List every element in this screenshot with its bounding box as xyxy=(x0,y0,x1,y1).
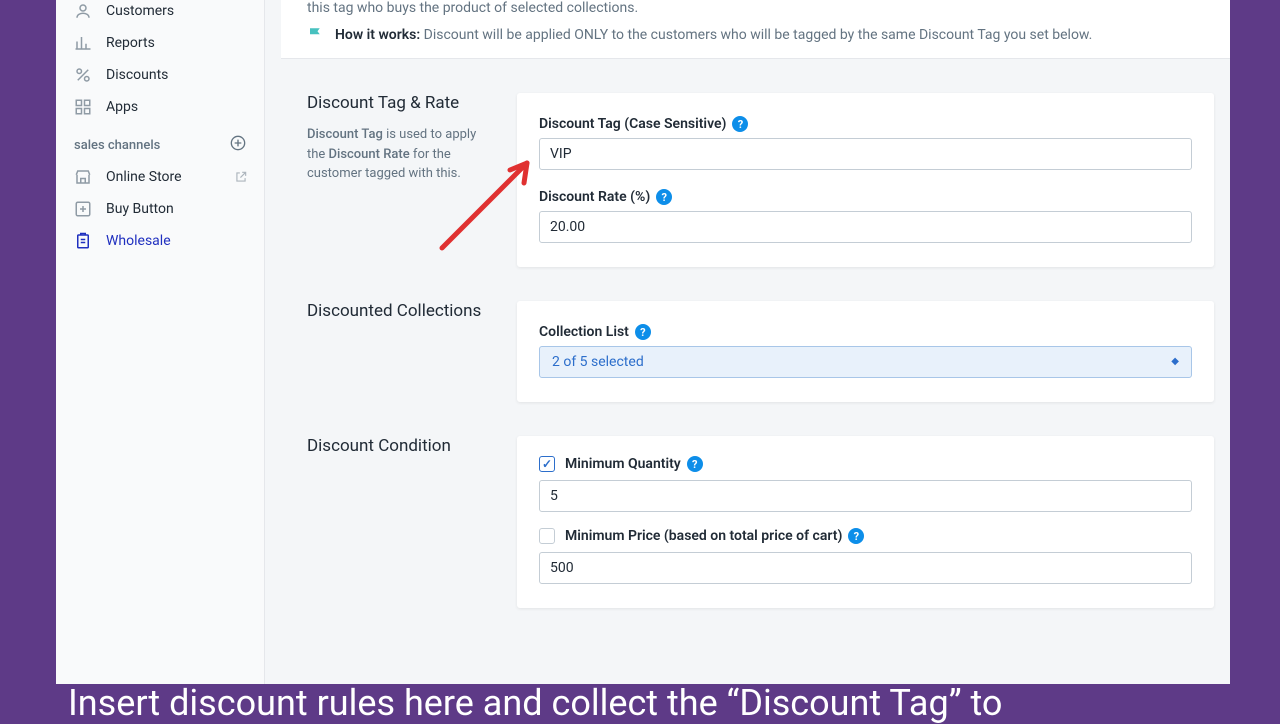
channel-wholesale[interactable]: Wholesale xyxy=(56,225,264,257)
how-desc: Discount will be applied ONLY to the cus… xyxy=(424,27,1093,43)
chevron-down-icon: ◆ xyxy=(1171,356,1179,367)
section-title: Discount Tag & Rate xyxy=(307,93,497,113)
user-icon xyxy=(74,2,92,20)
section-left: Discount Condition xyxy=(307,436,517,608)
intro-partial-text: this tag who buys the product of selecte… xyxy=(307,0,1204,16)
store-icon xyxy=(74,168,92,186)
sidebar-item-reports[interactable]: Reports xyxy=(56,27,264,59)
card-discount-tag-rate: Discount Tag (Case Sensitive) ? Discount… xyxy=(517,93,1214,267)
min-price-label: Minimum Price (based on total price of c… xyxy=(565,528,864,544)
sidebar-label: Discounts xyxy=(106,67,168,83)
sidebar-label: Online Store xyxy=(106,169,182,185)
sidebar-label: Buy Button xyxy=(106,201,174,217)
discount-rate-label: Discount Rate (%) ? xyxy=(539,189,672,205)
min-price-input[interactable] xyxy=(539,552,1192,584)
sidebar-label: Wholesale xyxy=(106,233,171,249)
flag-icon xyxy=(307,26,325,44)
section-left: Discounted Collections xyxy=(307,301,517,402)
intro-box: this tag who buys the product of selecte… xyxy=(281,0,1230,59)
sidebar-item-customers[interactable]: Customers xyxy=(56,0,264,27)
collection-list-select[interactable]: 2 of 5 selected ◆ xyxy=(539,346,1192,378)
sidebar-label: Customers xyxy=(106,3,174,19)
channel-online-store[interactable]: Online Store xyxy=(56,161,264,193)
sales-channels-label: sales channels xyxy=(74,138,160,153)
app-window: Customers Reports Discounts Apps sales c… xyxy=(56,0,1230,684)
grid-icon xyxy=(74,98,92,116)
how-it-works-text: How it works: Discount will be applied O… xyxy=(335,27,1092,43)
section-left: Discount Tag & Rate Discount Tag is used… xyxy=(307,93,517,267)
help-icon[interactable]: ? xyxy=(656,189,672,205)
select-value: 2 of 5 selected xyxy=(552,354,644,370)
help-icon[interactable]: ? xyxy=(848,528,864,544)
card-discount-condition: Minimum Quantity ? Minimum Price (based … xyxy=(517,436,1214,608)
discount-tag-input[interactable] xyxy=(539,138,1192,170)
min-qty-row: Minimum Quantity ? xyxy=(539,456,1192,472)
sales-channels-heading: sales channels xyxy=(56,123,264,161)
sidebar: Customers Reports Discounts Apps sales c… xyxy=(56,0,265,684)
content-area: this tag who buys the product of selecte… xyxy=(265,0,1230,684)
discount-tag-label: Discount Tag (Case Sensitive) ? xyxy=(539,116,748,132)
clipboard-icon xyxy=(74,232,92,250)
bar-chart-icon xyxy=(74,34,92,52)
min-price-row: Minimum Price (based on total price of c… xyxy=(539,528,1192,544)
section-discounted-collections: Discounted Collections Collection List ?… xyxy=(265,267,1230,402)
section-title: Discount Condition xyxy=(307,436,497,456)
help-icon[interactable]: ? xyxy=(732,116,748,132)
percent-icon xyxy=(74,66,92,84)
discount-rate-input[interactable] xyxy=(539,211,1192,243)
how-it-works-row: How it works: Discount will be applied O… xyxy=(307,26,1204,44)
help-icon[interactable]: ? xyxy=(635,324,651,340)
section-discount-condition: Discount Condition Minimum Quantity ? Mi… xyxy=(265,402,1230,608)
section-discount-tag-rate: Discount Tag & Rate Discount Tag is used… xyxy=(265,59,1230,267)
caption-banner: Insert discount rules here and collect t… xyxy=(56,680,1230,724)
collection-list-label: Collection List ? xyxy=(539,324,651,340)
section-subtitle: Discount Tag is used to apply the Discou… xyxy=(307,125,497,184)
external-link-icon[interactable] xyxy=(234,170,248,184)
min-qty-label: Minimum Quantity ? xyxy=(565,456,703,472)
how-label: How it works: xyxy=(335,27,420,43)
plus-square-icon xyxy=(74,200,92,218)
sidebar-label: Reports xyxy=(106,35,155,51)
min-qty-input[interactable] xyxy=(539,480,1192,512)
min-qty-checkbox[interactable] xyxy=(539,456,555,472)
help-icon[interactable]: ? xyxy=(687,456,703,472)
card-discounted-collections: Collection List ? 2 of 5 selected ◆ xyxy=(517,301,1214,402)
sidebar-item-apps[interactable]: Apps xyxy=(56,91,264,123)
sidebar-item-discounts[interactable]: Discounts xyxy=(56,59,264,91)
sidebar-label: Apps xyxy=(106,99,138,115)
section-title: Discounted Collections xyxy=(307,301,497,321)
min-price-checkbox[interactable] xyxy=(539,528,555,544)
channel-buy-button[interactable]: Buy Button xyxy=(56,193,264,225)
add-channel-icon[interactable] xyxy=(230,135,246,155)
